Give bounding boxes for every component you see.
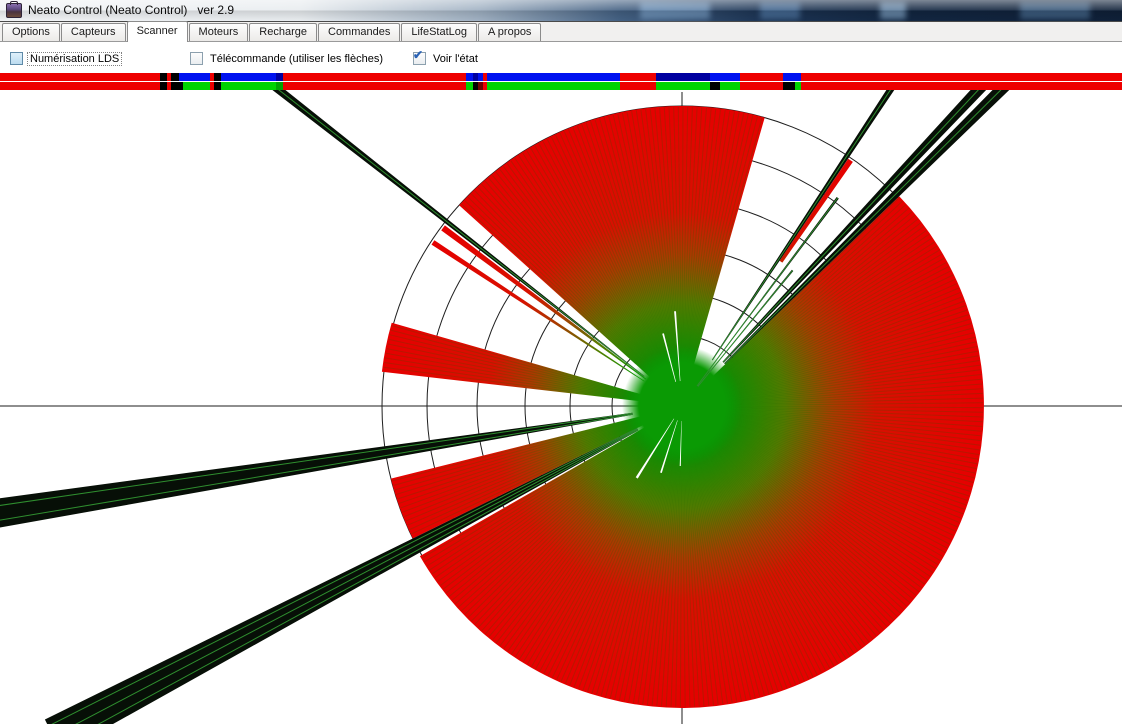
status-bar-segment [0,73,160,81]
status-bar-segment [783,82,795,90]
status-bar-segment [276,82,283,90]
status-bar-segment [160,82,167,90]
tab-moteurs[interactable]: Moteurs [189,23,249,41]
status-bar-segment [656,73,710,81]
checkbox-voir-letat[interactable]: ✔ Voir l'état [413,52,480,65]
status-bar-segment [487,73,620,81]
status-bar-segment [487,82,620,90]
status-bar-segment [466,82,473,90]
robot-center-blob [622,346,742,466]
checkbox-box[interactable] [190,52,203,65]
status-bar-segment [0,82,160,90]
status-bar-segment [620,73,656,81]
checkbox-numerisation-lds[interactable]: Numérisation LDS [10,52,121,65]
tab-strip: Options Capteurs Scanner Moteurs Recharg… [0,22,1122,42]
status-bar-segment [620,82,656,90]
status-bar-segment [466,73,473,81]
checkbox-label[interactable]: Numérisation LDS [28,53,121,65]
titlebar-glass-reflection [760,2,800,19]
window-title: Neato Control (Neato Control) ver 2.9 [28,0,234,21]
status-bar-segment [710,82,720,90]
status-bar-segment [740,73,783,81]
checkbox-label[interactable]: Voir l'état [431,53,480,65]
status-bar-segment [276,73,283,81]
status-bar-segment [783,73,795,81]
titlebar-glass-reflection [880,2,906,19]
tab-options[interactable]: Options [2,23,60,41]
neato-control-window: { "window": { "title": "Neato Control (N… [0,0,1122,724]
lidar-radar-display [0,90,1122,724]
titlebar-glass-reflection [640,2,710,19]
status-bar-segment [740,82,783,90]
title-bar: Neato Control (Neato Control) ver 2.9 [0,0,1122,22]
tab-scanner[interactable]: Scanner [127,21,188,42]
tab-recharge[interactable]: Recharge [249,23,317,41]
status-bar-segment [801,82,1122,90]
status-bar-segment [171,82,179,90]
status-bar-segment [720,82,740,90]
tab-a-propos[interactable]: A propos [478,23,541,41]
status-bar-segment [183,82,210,90]
checkbox-label[interactable]: Télécommande (utiliser les flèches) [208,53,385,65]
checkbox-box[interactable]: ✔ [413,52,426,65]
status-bar-segment [283,73,466,81]
checkbox-telecommande[interactable]: Télécommande (utiliser les flèches) [190,52,385,65]
tab-capteurs[interactable]: Capteurs [61,23,126,41]
status-bar-segment [283,82,466,90]
check-icon: ✔ [413,49,423,61]
status-bar-segment [720,73,740,81]
status-bar-segment [171,73,179,81]
status-bar-segment [160,73,167,81]
lidar-scan-canvas [0,90,1122,724]
status-bar-segment [221,82,276,90]
status-bar-segment [710,73,720,81]
status-bar-segment [183,73,210,81]
status-bar-segment [214,73,221,81]
status-bar-segment [214,82,221,90]
scanner-toolbar: Numérisation LDS Télécommande (utiliser … [0,43,1122,73]
status-bar-segment [801,73,1122,81]
tab-lifestatlog[interactable]: LifeStatLog [401,23,477,41]
titlebar-glass-reflection [1020,2,1090,19]
checkbox-box[interactable] [10,52,23,65]
tab-commandes[interactable]: Commandes [318,23,400,41]
app-icon [6,3,22,18]
lidar-status-strip [0,73,1122,91]
status-bar-segment [221,73,276,81]
status-bar-segment [656,82,710,90]
